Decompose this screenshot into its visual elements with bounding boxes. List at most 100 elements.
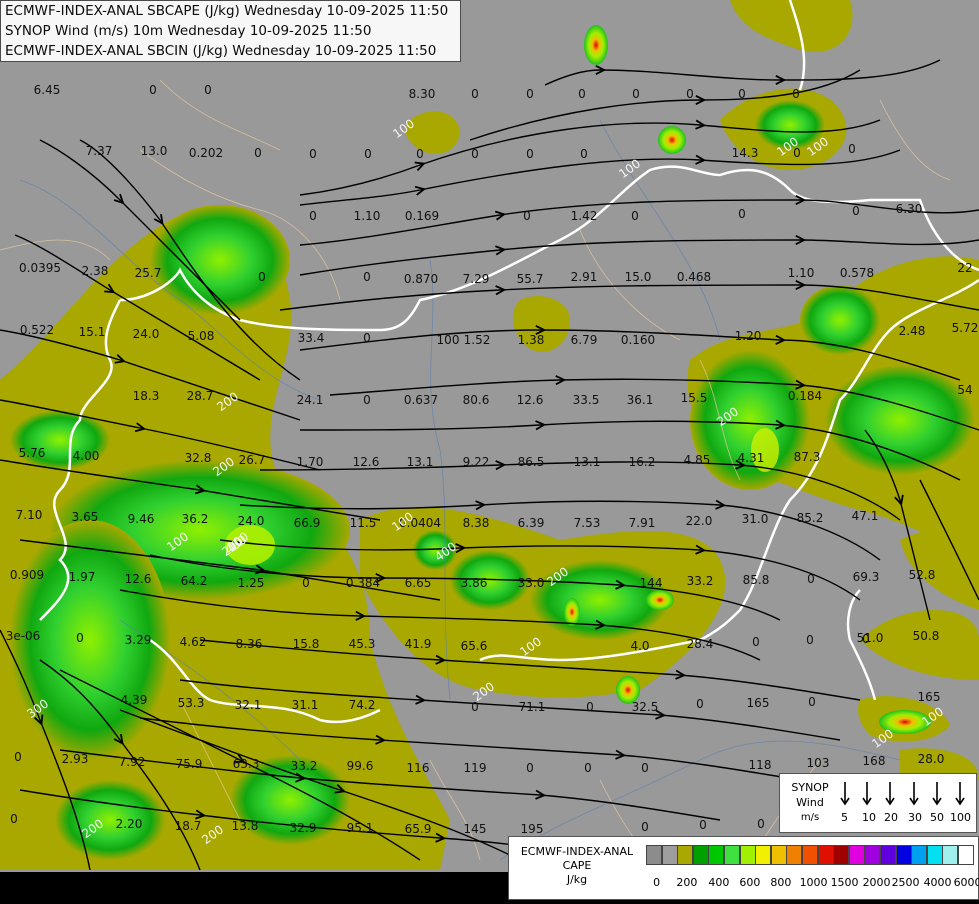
station-value: 0: [10, 812, 18, 826]
station-value: 71.1: [519, 700, 546, 714]
station-value: 3.86: [461, 576, 488, 590]
station-value: 0: [696, 697, 704, 711]
cape-scale-label: 2000: [862, 876, 891, 889]
station-value: 100: [437, 333, 460, 347]
station-value: 41.9: [405, 637, 432, 651]
station-value: 87.3: [794, 450, 821, 464]
station-value: 1.38: [518, 333, 545, 347]
station-value: 195: [521, 822, 544, 836]
station-value: 33.2: [687, 574, 714, 588]
station-value: 0: [363, 331, 371, 345]
cape-swatch: [817, 845, 834, 865]
station-value: 6.45: [34, 83, 61, 97]
station-value: 0: [807, 572, 815, 586]
cape-swatch: [926, 845, 943, 865]
station-value: 4.0: [630, 639, 649, 653]
station-value: 0: [471, 147, 479, 161]
station-value: 2.48: [899, 324, 926, 338]
station-value: 165: [918, 690, 941, 704]
station-value: 11.5: [350, 516, 377, 530]
station-value: 0.0395: [19, 261, 61, 275]
station-value: 74.2: [349, 698, 376, 712]
cape-scale-label: 2500: [891, 876, 920, 889]
station-value: 22.0: [686, 514, 713, 528]
station-value: 2.93: [62, 752, 89, 766]
station-value: 0: [806, 633, 814, 647]
station-value: 24.0: [238, 514, 265, 528]
station-value: 33.2: [291, 759, 318, 773]
station-value: 7.37: [86, 144, 113, 158]
station-value: 2.20: [116, 817, 143, 831]
station-value: 1.20: [735, 329, 762, 343]
station-value: 13.8: [232, 819, 259, 833]
station-value: 0.468: [677, 270, 711, 284]
station-value: 0: [471, 87, 479, 101]
station-value: 13.1: [574, 455, 601, 469]
wind-speed-30: 30: [908, 811, 922, 824]
station-value: 25.7: [135, 266, 162, 280]
station-value: 63.3: [233, 757, 260, 771]
station-value: 0: [302, 576, 310, 590]
wind-arrows: [840, 782, 965, 806]
weather-map: 6.45 0 0 8.30 0 0 0 0 0 0 0 7.37 13.0 0.202 0 0 0 0 0 0 0 14.…: [0, 0, 979, 900]
station-value: 28.4: [687, 637, 714, 651]
station-value: 85.2: [797, 511, 824, 525]
station-value: 0: [363, 270, 371, 284]
station-value: 24.0: [133, 327, 160, 341]
station-value: 4.39: [121, 693, 148, 707]
station-value: 36.1: [627, 393, 654, 407]
wind-legend-title: SYNOP Wind m/s: [791, 781, 829, 823]
station-value: 145: [464, 822, 487, 836]
cape-scale-label: 200: [676, 876, 698, 889]
station-value: 4.00: [73, 449, 100, 463]
station-value: 1.10: [788, 266, 815, 280]
cape-swatch: [833, 845, 850, 865]
station-value: 18.7: [175, 819, 202, 833]
station-value: 103: [807, 756, 830, 770]
station-value: 31.0: [742, 512, 769, 526]
station-value: 52.8: [909, 568, 936, 582]
station-value: 7.29: [463, 272, 490, 286]
station-value: 85.8: [743, 573, 770, 587]
station-value: 66.9: [294, 516, 321, 530]
cape-swatch: [646, 845, 662, 865]
title-sbcape: ECMWF-INDEX-ANAL SBCAPE (J/kg) Wednesday…: [5, 3, 449, 19]
cape-swatch: [942, 845, 959, 865]
station-value: 0: [586, 700, 594, 714]
station-value: 6.39: [518, 516, 545, 530]
cape-scale-label: 600: [739, 876, 761, 889]
title-sbcin: ECMWF-INDEX-ANAL SBCIN (J/kg) Wednesday …: [5, 43, 437, 59]
station-value: 14.3: [732, 146, 759, 160]
station-value: 6.65: [405, 576, 432, 590]
station-value: 7.53: [574, 516, 601, 530]
station-value: 0.637: [404, 393, 438, 407]
station-value: 165: [747, 696, 770, 710]
station-value: 1.52: [464, 333, 491, 347]
station-value: 0: [792, 87, 800, 101]
station-value: 13.1: [407, 455, 434, 469]
station-value: 0: [699, 818, 707, 832]
station-value: 0: [14, 750, 22, 764]
station-value: 33.5: [573, 393, 600, 407]
cape-swatch: [786, 845, 803, 865]
cape-swatch: [739, 845, 756, 865]
station-value: 0: [526, 761, 534, 775]
station-value: 0: [149, 83, 157, 97]
cape-scale-label: 400: [708, 876, 730, 889]
station-value: 99.6: [347, 759, 374, 773]
station-value: 118: [749, 758, 772, 772]
cape-swatch: [677, 845, 694, 865]
station-value: 119: [464, 761, 487, 775]
station-value: 13.0: [141, 144, 168, 158]
cape-swatch: [770, 845, 787, 865]
cape-legend: ECMWF-INDEX-ANAL CAPE J/kg 0 200 400 600 800…: [508, 836, 979, 900]
station-value: 1.25: [238, 576, 265, 590]
station-value: 4.85: [684, 453, 711, 467]
station-value: 0: [631, 209, 639, 223]
map-bottom-edge: [0, 872, 510, 900]
station-value: 3.65: [72, 510, 99, 524]
station-value: 53.3: [178, 696, 205, 710]
station-value: 32.8: [185, 451, 212, 465]
station-value: 0: [738, 207, 746, 221]
station-value: 0: [848, 142, 856, 156]
